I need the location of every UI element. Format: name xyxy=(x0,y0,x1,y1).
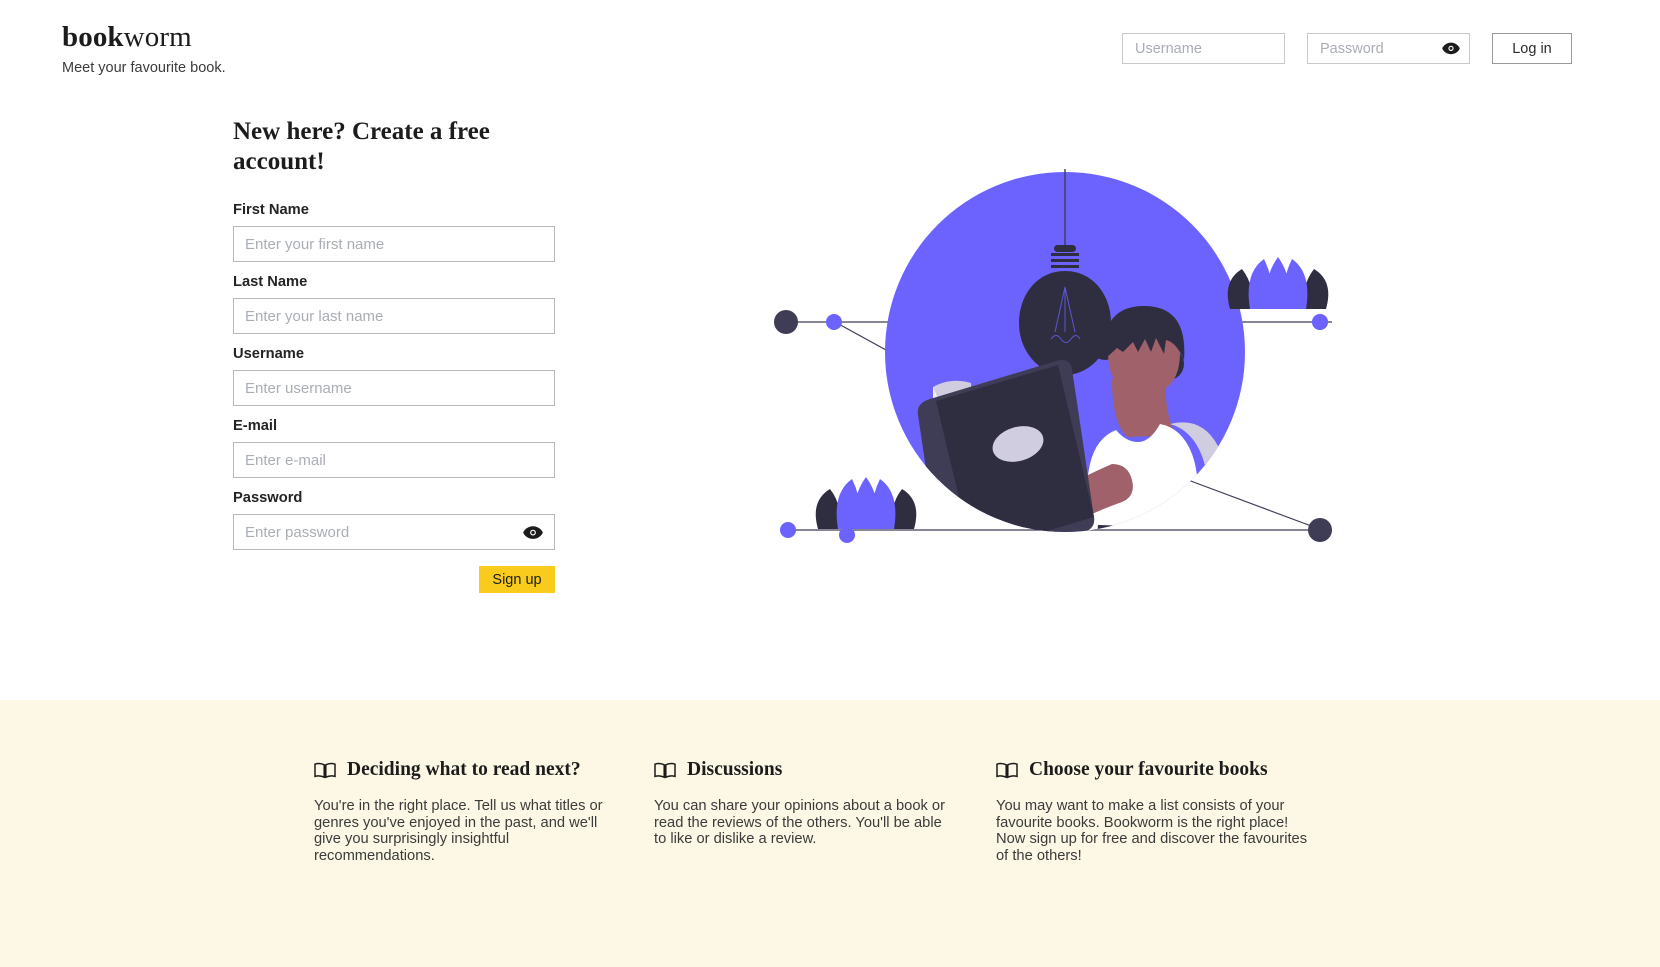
reading-illustration xyxy=(760,147,1360,577)
brand-title: bookworm xyxy=(62,20,226,54)
eye-icon[interactable] xyxy=(523,525,543,540)
brand-logo: bookworm Meet your favourite book. xyxy=(62,20,226,78)
feature-title: Discussions xyxy=(687,759,783,780)
feature-header: Discussions xyxy=(654,758,956,782)
form-group-first-name: First Name xyxy=(233,201,558,262)
login-button[interactable]: Log in xyxy=(1492,33,1572,64)
features-section: Deciding what to read next? You're in th… xyxy=(0,700,1660,967)
password-label: Password xyxy=(233,490,303,506)
signup-actions: Sign up xyxy=(233,566,555,593)
node-dot-icon xyxy=(780,522,796,538)
first-name-label: First Name xyxy=(233,202,309,218)
node-dot-icon xyxy=(774,310,798,334)
feature-title: Choose your favourite books xyxy=(1029,759,1268,780)
feature-card-recommendations: Deciding what to read next? You're in th… xyxy=(314,758,654,864)
feature-title: Deciding what to read next? xyxy=(347,759,581,780)
form-group-email: E-mail xyxy=(233,417,558,478)
signup-heading: New here? Create a free account! xyxy=(233,118,490,175)
open-book-icon xyxy=(996,762,1018,778)
password-input[interactable] xyxy=(234,515,554,549)
feature-text: You're in the right place. Tell us what … xyxy=(314,798,603,864)
lotus-flower-icon xyxy=(815,477,917,543)
feature-text: You can share your opinions about a book… xyxy=(654,798,945,848)
site-header: bookworm Meet your favourite book. Log i… xyxy=(0,0,1660,92)
last-name-field[interactable] xyxy=(233,298,555,334)
login-username-input[interactable] xyxy=(1123,34,1284,63)
username-field[interactable] xyxy=(233,370,555,406)
brand-tagline: Meet your favourite book. xyxy=(62,60,226,76)
eye-icon-glyph xyxy=(1442,42,1460,55)
signup-button[interactable]: Sign up xyxy=(479,566,555,593)
first-name-input[interactable] xyxy=(234,227,554,261)
email-field[interactable] xyxy=(233,442,555,478)
signup-form: New here? Create a free account! First N… xyxy=(233,117,558,593)
node-dot-icon xyxy=(826,314,842,330)
signup-page: bookworm Meet your favourite book. Log i… xyxy=(0,0,1660,967)
features-row: Deciding what to read next? You're in th… xyxy=(314,758,1374,864)
last-name-label: Last Name xyxy=(233,274,308,290)
eye-icon[interactable] xyxy=(1442,42,1460,56)
open-book-icon xyxy=(654,762,676,778)
form-group-password: Password xyxy=(233,489,558,550)
feature-header: Deciding what to read next? xyxy=(314,758,614,782)
reading-illustration-svg xyxy=(774,169,1332,543)
main-content: New here? Create a free account! First N… xyxy=(0,92,1660,700)
email-label: E-mail xyxy=(233,418,278,434)
username-label: Username xyxy=(233,346,305,362)
node-dot-icon xyxy=(1308,518,1332,542)
feature-card-discussions: Discussions You can share your opinions … xyxy=(654,758,996,864)
form-group-username: Username xyxy=(233,345,558,406)
last-name-input[interactable] xyxy=(234,299,554,333)
feature-card-favourites: Choose your favourite books You may want… xyxy=(996,758,1316,864)
email-input[interactable] xyxy=(234,443,554,477)
open-book-icon xyxy=(314,762,336,778)
login-username-field[interactable] xyxy=(1122,33,1285,64)
eye-icon-glyph xyxy=(523,525,543,539)
auth-bar: Log in xyxy=(1122,33,1572,64)
brand-title-light: worm xyxy=(123,21,192,53)
feature-header: Choose your favourite books xyxy=(996,758,1316,782)
form-group-last-name: Last Name xyxy=(233,273,558,334)
feature-text: You may want to make a list consists of … xyxy=(996,798,1308,864)
login-password-field[interactable] xyxy=(1307,33,1470,64)
first-name-field[interactable] xyxy=(233,226,555,262)
username-input[interactable] xyxy=(234,371,554,405)
book-icon xyxy=(917,360,1095,532)
node-dot-icon xyxy=(1312,314,1328,330)
brand-title-strong: book xyxy=(62,21,124,53)
password-field[interactable] xyxy=(233,514,555,550)
